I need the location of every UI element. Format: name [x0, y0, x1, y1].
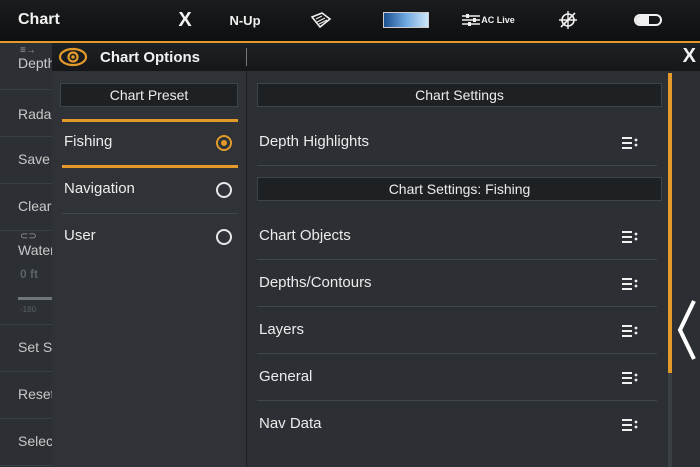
setting-label: Depth Highlights	[259, 133, 370, 150]
preset-fishing[interactable]: Fishing	[62, 120, 238, 167]
setting-label: Layers	[259, 321, 305, 338]
preset-user[interactable]: User	[62, 214, 238, 261]
depth-shading-icon[interactable]	[305, 8, 337, 32]
menu-item-clear[interactable]: Clear	[0, 184, 52, 231]
radio-icon[interactable]	[216, 229, 232, 245]
gps-icon[interactable]	[555, 8, 581, 32]
radio-selected-icon[interactable]	[216, 135, 232, 151]
orientation-indicator[interactable]: N-Up	[220, 8, 270, 32]
menu-label: Water	[18, 242, 52, 258]
menu-item-select[interactable]: Select	[0, 419, 52, 466]
submenu-icon	[622, 372, 638, 384]
setting-nav-data[interactable]: Nav Data	[257, 401, 657, 448]
menu-label: Depth	[18, 55, 52, 71]
setting-label: Depths/Contours	[259, 274, 372, 291]
status-bar: Chart X N-Up AC Live	[0, 0, 700, 43]
menu-item-set[interactable]: Set S	[0, 325, 52, 372]
fishing-settings-header: Chart Settings: Fishing	[257, 177, 662, 201]
preset-label: Fishing	[64, 133, 113, 150]
setting-label: General	[259, 368, 313, 385]
preset-panel: Chart Preset Fishing Navigation User	[52, 71, 247, 467]
submenu-icon	[622, 325, 638, 337]
chevron-left-icon[interactable]	[672, 295, 700, 365]
slider-track[interactable]	[18, 297, 52, 300]
menu-item-radar[interactable]: Radar	[0, 90, 52, 137]
setting-label: Chart Objects	[259, 227, 351, 244]
chart-options-dialog: Chart Options X Chart Preset Fishing Nav…	[52, 43, 700, 467]
menu-label: Set S	[18, 339, 52, 355]
header-divider	[246, 48, 247, 66]
radio-icon[interactable]	[216, 182, 232, 198]
settings-panel: Chart Settings Depth Highlights Chart Se…	[247, 71, 672, 467]
eye-icon	[58, 47, 88, 67]
dialog-header: Chart Options X	[52, 43, 700, 71]
menu-label: Select	[18, 433, 52, 449]
menu-item-water[interactable]: ⊂⊃ Water 0 ft -180	[0, 231, 52, 325]
water-value: 0 ft	[20, 267, 38, 281]
close-dialog-button[interactable]: X	[683, 45, 696, 68]
submenu-icon	[622, 137, 638, 149]
submenu-icon	[622, 231, 638, 243]
menu-label: Radar	[18, 106, 52, 122]
menu-label: Clear	[18, 198, 52, 214]
battery-icon	[628, 8, 668, 32]
water-scale: -180	[20, 305, 37, 314]
preset-header: Chart Preset	[60, 83, 238, 107]
submenu-icon	[622, 419, 638, 431]
preset-navigation[interactable]: Navigation	[62, 167, 238, 214]
menu-item-reset[interactable]: Reset	[0, 372, 52, 419]
settings-header: Chart Settings	[257, 83, 662, 107]
setting-layers[interactable]: Layers	[257, 307, 657, 354]
link-icon: ⊂⊃	[20, 231, 37, 242]
preset-label: Navigation	[64, 180, 135, 197]
menu-label: Reset	[18, 386, 52, 402]
menu-label: Save	[18, 151, 50, 167]
sonar-palette-icon[interactable]	[382, 8, 430, 32]
close-view-button[interactable]: X	[170, 8, 200, 32]
dialog-title: Chart Options	[100, 49, 200, 66]
setting-depth-highlights[interactable]: Depth Highlights	[257, 119, 657, 166]
setting-chart-objects[interactable]: Chart Objects	[257, 213, 657, 260]
menu-item-depth[interactable]: ≡→ Depth	[0, 43, 52, 90]
setting-depths-contours[interactable]: Depths/Contours	[257, 260, 657, 307]
preset-label: User	[64, 227, 96, 244]
menu-item-save[interactable]: Save	[0, 137, 52, 184]
aclive-label: AC Live	[481, 15, 515, 25]
aclive-button[interactable]: AC Live	[458, 8, 518, 32]
submenu-icon	[622, 278, 638, 290]
setting-label: Nav Data	[259, 415, 322, 432]
chart-menu: ≡→ Depth Radar Save Clear ⊂⊃ Water 0 ft …	[0, 43, 52, 467]
setting-general[interactable]: General	[257, 354, 657, 401]
view-title: Chart	[18, 11, 60, 28]
